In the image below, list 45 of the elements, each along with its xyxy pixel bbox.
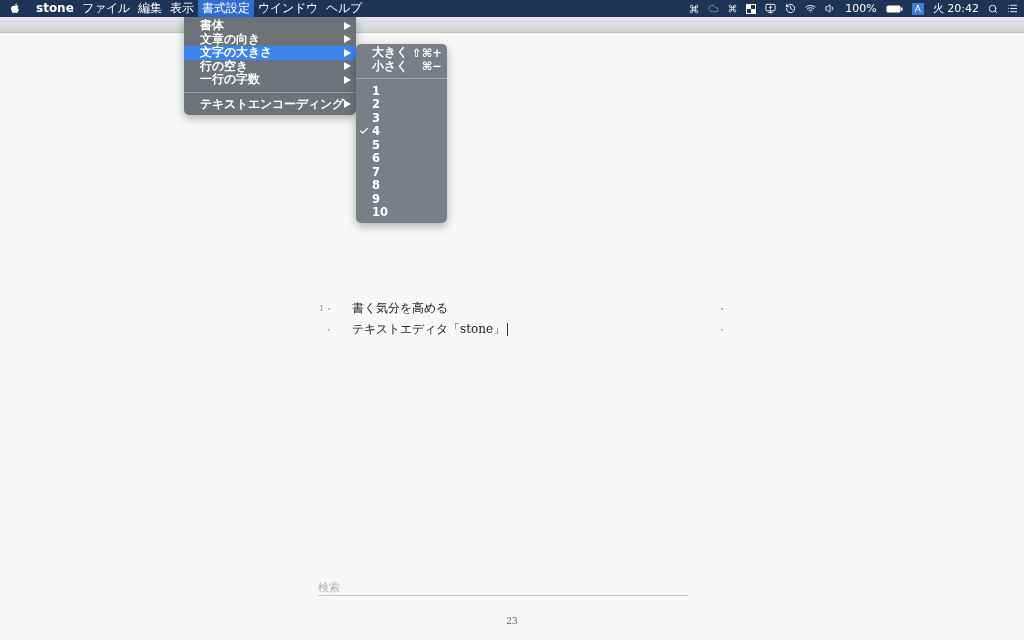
clock-icon[interactable] bbox=[785, 3, 797, 14]
input-source[interactable]: A bbox=[911, 2, 924, 15]
status-icon[interactable] bbox=[689, 3, 700, 14]
battery-percentage: 100% bbox=[845, 2, 877, 15]
text-line: 書く気分を高める bbox=[352, 300, 448, 317]
cloud-icon[interactable] bbox=[708, 3, 720, 14]
menu-item[interactable]: 2 bbox=[356, 97, 447, 111]
wifi-icon[interactable] bbox=[805, 3, 817, 14]
menu-item[interactable]: 編集 bbox=[133, 0, 166, 17]
menu-item[interactable]: 行の空き bbox=[184, 59, 356, 73]
menu-item[interactable]: 4 bbox=[356, 124, 447, 138]
menu-item[interactable]: 5 bbox=[356, 138, 447, 152]
menu-item[interactable]: ヘルプ bbox=[321, 0, 366, 17]
menu-item[interactable]: 9 bbox=[356, 192, 447, 206]
menu-item[interactable]: 書式設定 bbox=[197, 0, 254, 17]
submenu-arrow-icon bbox=[344, 100, 351, 109]
menu-icon[interactable] bbox=[1007, 3, 1018, 14]
menu-item[interactable]: 小さく ⌘− bbox=[356, 59, 447, 73]
menu-item[interactable]: 大きく ⇧⌘+ bbox=[356, 46, 447, 60]
page-number: 23 bbox=[506, 616, 518, 626]
airplay-icon[interactable] bbox=[765, 3, 777, 14]
menu-item[interactable]: ウインドウ bbox=[253, 0, 322, 17]
line-number: 1 bbox=[318, 304, 324, 313]
menu-item[interactable]: 10 bbox=[356, 205, 447, 219]
menu-item[interactable]: 8 bbox=[356, 178, 447, 192]
menu-item[interactable]: 文章の向き bbox=[184, 32, 356, 46]
menu-item[interactable]: 一行の字数 bbox=[184, 73, 356, 87]
menu-item[interactable]: ファイル bbox=[77, 0, 134, 17]
menu-item[interactable]: テキストエンコーディング bbox=[184, 97, 356, 111]
menu-item[interactable]: 1 bbox=[356, 84, 447, 98]
menu-item[interactable]: 文字の大きさ bbox=[184, 46, 356, 60]
clock[interactable]: 火 20:42 bbox=[932, 1, 979, 16]
menu-item[interactable]: 表示 bbox=[165, 0, 198, 17]
app-menu[interactable]: stone bbox=[32, 0, 78, 17]
search-icon[interactable] bbox=[988, 3, 998, 14]
apple-icon[interactable] bbox=[10, 3, 20, 14]
menu-item[interactable]: 7 bbox=[356, 165, 447, 179]
search-field[interactable]: 検索 bbox=[318, 579, 688, 596]
text-line: テキストエディタ「stone」 bbox=[352, 321, 506, 338]
menu-item[interactable]: 書体 bbox=[184, 19, 356, 33]
menu-item[interactable]: 6 bbox=[356, 151, 447, 165]
command-icon[interactable] bbox=[728, 4, 738, 13]
menu-item[interactable]: 3 bbox=[356, 111, 447, 125]
grid-icon[interactable] bbox=[746, 3, 757, 14]
battery-icon[interactable] bbox=[885, 4, 903, 13]
